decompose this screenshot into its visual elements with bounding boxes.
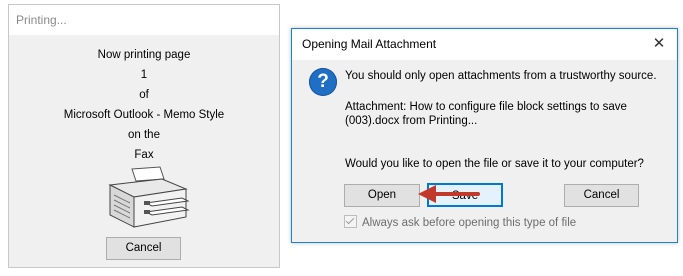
attachment-line: Attachment: How to configure file block … <box>345 101 627 113</box>
attachment-info: Attachment: How to configure file block … <box>345 100 665 128</box>
open-or-save-question: Would you like to open the file or save … <box>345 158 644 170</box>
close-icon[interactable]: ✕ <box>647 33 671 55</box>
printer-icon <box>108 166 190 228</box>
attachment-dialog-title: Opening Mail Attachment <box>292 29 677 60</box>
printing-status: Now printing page 1 of Microsoft Outlook… <box>9 45 279 165</box>
printing-status-line: Now printing page <box>97 49 191 61</box>
checkbox-checked-icon[interactable] <box>344 215 357 228</box>
open-button[interactable]: Open <box>344 184 420 207</box>
question-icon: ? <box>309 68 337 96</box>
security-message: You should only open attachments from a … <box>345 70 657 82</box>
always-ask-label: Always ask before opening this type of f… <box>362 217 577 229</box>
save-button[interactable]: Save <box>427 183 503 207</box>
cancel-button[interactable]: Cancel <box>564 184 639 207</box>
printing-status-line: Microsoft Outlook - Memo Style <box>63 109 225 121</box>
printing-status-line: Fax <box>134 149 154 161</box>
printing-status-line: 1 <box>140 69 148 81</box>
printing-status-line: on the <box>128 129 160 141</box>
attachment-line: (003).docx from Printing... <box>345 115 478 127</box>
attachment-dialog: Opening Mail Attachment ✕ ? You should o… <box>291 28 678 243</box>
printing-dialog-title: Printing... <box>9 5 279 35</box>
printing-dialog: Printing... Now printing page 1 of Micro… <box>8 4 280 268</box>
always-ask-checkbox[interactable]: Always ask before opening this type of f… <box>344 215 576 229</box>
printing-cancel-button[interactable]: Cancel <box>106 237 181 260</box>
printing-status-line: of <box>139 89 149 101</box>
